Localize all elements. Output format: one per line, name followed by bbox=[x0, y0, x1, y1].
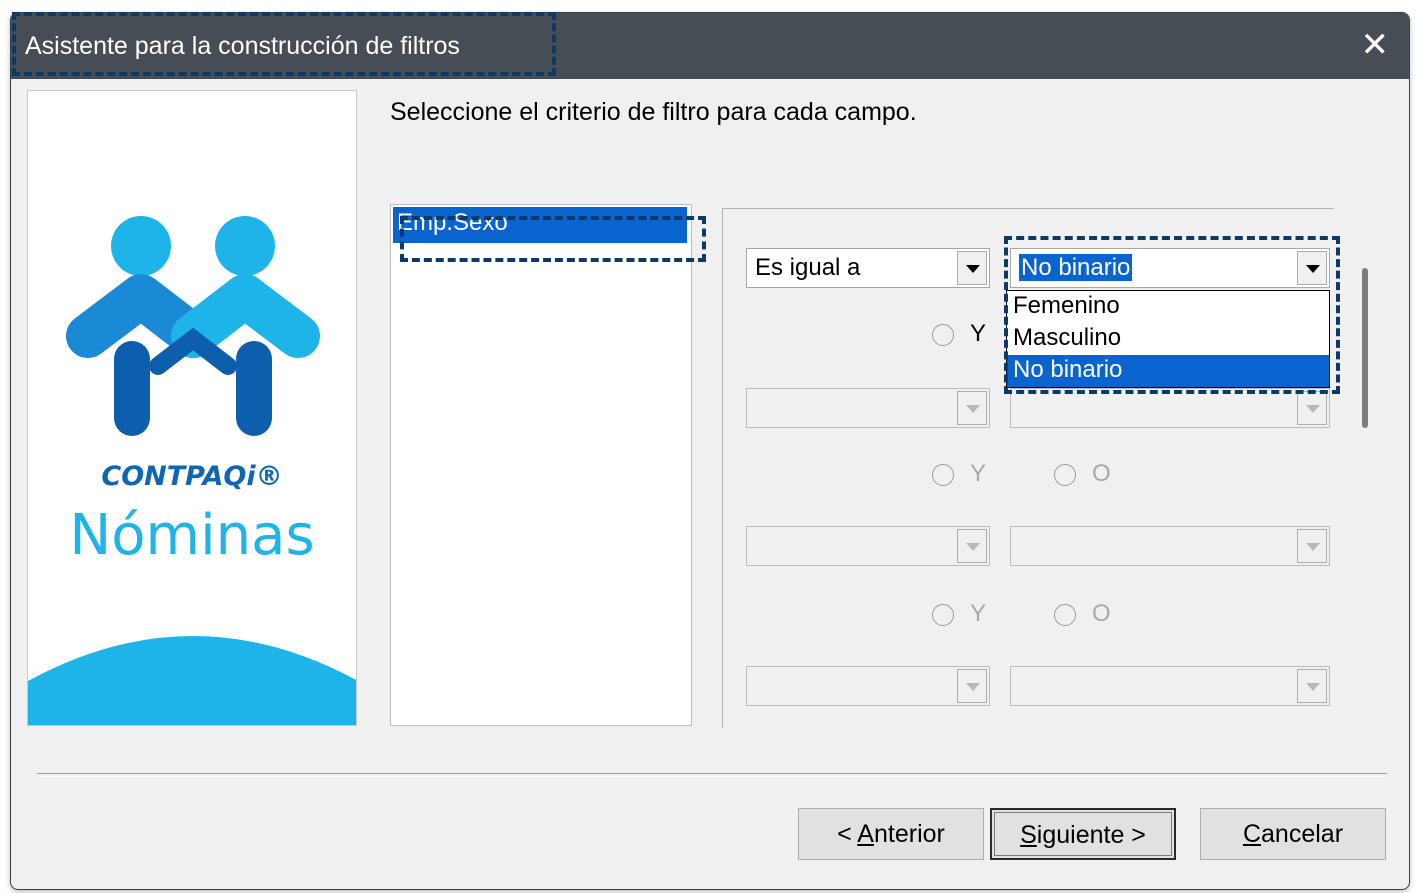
chevron-down-icon[interactable] bbox=[1297, 391, 1327, 425]
logo-head-left bbox=[111, 216, 171, 276]
footer-separator bbox=[37, 773, 1387, 777]
next-button-mnemonic: S bbox=[1020, 821, 1037, 849]
criteria-scrollbar[interactable] bbox=[1362, 268, 1368, 428]
and-radio-3[interactable] bbox=[932, 604, 954, 626]
back-button-rest: nterior bbox=[873, 820, 945, 848]
value-dropdown-list[interactable]: Femenino Masculino No binario bbox=[1006, 290, 1330, 388]
and-radio-1-label: Y bbox=[970, 320, 987, 347]
window-title: Asistente para la construcción de filtro… bbox=[25, 32, 460, 60]
dropdown-option-femenino[interactable]: Femenino bbox=[1007, 291, 1329, 323]
value-combo-3[interactable] bbox=[1010, 526, 1330, 566]
operator-combo-2[interactable] bbox=[746, 388, 990, 428]
product-name: Nóminas bbox=[69, 503, 315, 568]
next-button[interactable]: Siguiente > bbox=[990, 808, 1176, 860]
value-combo-1[interactable]: No binario bbox=[1010, 248, 1330, 288]
logo-wave bbox=[28, 636, 356, 725]
cancel-button-rest: ancelar bbox=[1261, 820, 1344, 848]
or-radio-2[interactable] bbox=[1054, 464, 1076, 486]
dropdown-option-no-binario[interactable]: No binario bbox=[1007, 355, 1329, 387]
value-combo-1-value: No binario bbox=[1019, 254, 1133, 281]
logo-arm-right bbox=[171, 274, 320, 358]
and-radio-2[interactable] bbox=[932, 464, 954, 486]
title-bar: Asistente para la construcción de filtro… bbox=[11, 13, 1409, 79]
chevron-down-icon[interactable] bbox=[957, 529, 987, 563]
logo-head-right bbox=[215, 216, 275, 276]
or-radio-3-label: O bbox=[1092, 600, 1111, 627]
dropdown-option-masculino[interactable]: Masculino bbox=[1007, 323, 1329, 355]
chevron-down-icon[interactable] bbox=[1297, 529, 1327, 563]
chevron-down-icon[interactable] bbox=[957, 391, 987, 425]
field-list[interactable]: Emp.Sexo bbox=[390, 204, 692, 726]
next-button-rest: iguiente > bbox=[1036, 821, 1146, 849]
operator-combo-4[interactable] bbox=[746, 666, 990, 706]
logo-panel: CONTPAQi® Nóminas bbox=[27, 90, 357, 726]
back-button-mnemonic: A bbox=[857, 820, 874, 848]
and-radio-1[interactable] bbox=[932, 324, 954, 346]
cancel-button[interactable]: Cancelar bbox=[1200, 808, 1386, 860]
logo-graphic bbox=[28, 216, 356, 725]
instruction-text: Seleccione el criterio de filtro para ca… bbox=[390, 98, 917, 126]
logo-leg-left bbox=[114, 341, 150, 436]
and-radio-2-label: Y bbox=[970, 460, 987, 487]
operator-combo-3[interactable] bbox=[746, 526, 990, 566]
or-radio-3[interactable] bbox=[1054, 604, 1076, 626]
cancel-button-mnemonic: C bbox=[1242, 820, 1262, 848]
back-button[interactable]: < Anterior bbox=[798, 808, 984, 860]
back-button-prefix: < bbox=[837, 820, 858, 848]
value-combo-4[interactable] bbox=[1010, 666, 1330, 706]
close-icon[interactable]: ✕ bbox=[1361, 25, 1390, 65]
operator-combo-1-value: Es igual a bbox=[755, 254, 861, 281]
and-radio-3-label: Y bbox=[970, 600, 987, 627]
chevron-down-icon[interactable] bbox=[957, 669, 987, 703]
logo-leg-right bbox=[236, 341, 272, 436]
field-item-emp-sexo[interactable]: Emp.Sexo bbox=[393, 207, 687, 243]
or-radio-2-label: O bbox=[1092, 460, 1111, 487]
brand-name: CONTPAQi® bbox=[101, 461, 283, 492]
operator-combo-1[interactable]: Es igual a bbox=[746, 248, 990, 288]
chevron-down-icon[interactable] bbox=[957, 251, 987, 285]
chevron-down-icon[interactable] bbox=[1297, 669, 1327, 703]
chevron-down-icon[interactable] bbox=[1297, 251, 1327, 285]
value-combo-2[interactable] bbox=[1010, 388, 1330, 428]
